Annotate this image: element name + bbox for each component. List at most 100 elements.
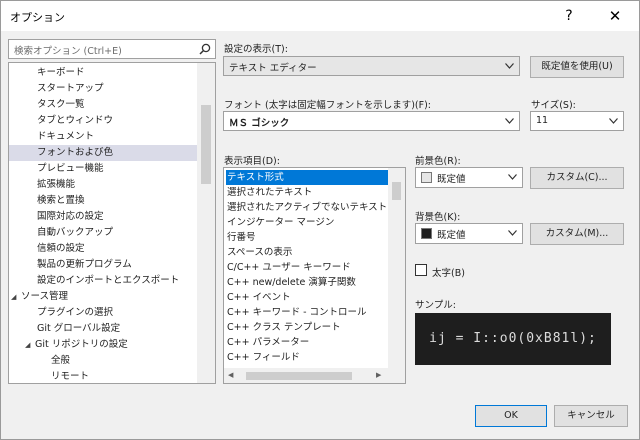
tree-item[interactable]: タブとウィンドウ	[9, 113, 197, 129]
size-value: 11	[536, 115, 549, 126]
settings-display-dropdown[interactable]: テキスト エディター	[223, 56, 520, 76]
list-item[interactable]: 選択されたテキスト	[226, 185, 388, 200]
list-item[interactable]: インジケーター マージン	[226, 215, 388, 230]
scroll-right-icon[interactable]: ▶	[376, 371, 381, 379]
tree-item-label: リモート	[51, 371, 90, 382]
close-button[interactable]: ✕	[595, 1, 635, 31]
display-items-list: テキスト形式 選択されたテキスト 選択されたアクティブでないテキスト インジケーター …	[223, 167, 406, 384]
background-swatch	[421, 228, 432, 239]
search-icon[interactable]	[199, 43, 211, 55]
list-item[interactable]: 選択されたアクティブでないテキスト	[226, 200, 388, 215]
tree-item[interactable]: ◢ ソース管理	[9, 289, 197, 305]
tree-item-label: 国際対応の設定	[37, 211, 104, 222]
help-button[interactable]: ?	[549, 1, 589, 31]
list-item[interactable]: C++ クラス テンプレート	[226, 320, 388, 335]
tree-item[interactable]: 検索と置換	[9, 193, 197, 209]
tree-item-label: Git グローバル設定	[37, 323, 121, 334]
tree-item-label: タブとウィンドウ	[37, 115, 114, 126]
tree-item[interactable]: プラグインの選択	[9, 305, 197, 321]
tree-item-label: ソース管理	[21, 291, 69, 302]
tree-item-label: プラグインの選択	[37, 307, 114, 318]
foreground-custom-button[interactable]: カスタム(C)...	[530, 167, 624, 189]
tree-item[interactable]: ◢ Git リポジトリの設定	[9, 337, 197, 353]
tree-item-label: 信頼の設定	[37, 243, 85, 254]
search-box[interactable]: 検索オプション (Ctrl+E)	[8, 39, 216, 59]
list-horizontal-scrollbar[interactable]: ◀ ▶	[224, 368, 390, 383]
chevron-down-icon	[508, 230, 517, 236]
background-label: 背景色(K):	[415, 212, 461, 223]
tree-item-label: 全般	[51, 355, 71, 366]
font-dropdown[interactable]: ＭＳ ゴシック	[223, 111, 520, 131]
tree-item-label: 検索と置換	[37, 195, 85, 206]
tree-item-label: タスク一覧	[37, 99, 85, 110]
tree-item[interactable]: 拡張機能	[9, 177, 197, 193]
list-item[interactable]: 行番号	[226, 230, 388, 245]
tree-item-label: スタートアップ	[37, 83, 104, 94]
tree-item[interactable]: ドキュメント	[9, 129, 197, 145]
bold-label[interactable]: 太字(B)	[432, 265, 465, 279]
list-item[interactable]: C++ new/delete 演算子関数	[226, 275, 388, 290]
chevron-down-icon	[505, 63, 514, 69]
tree-item[interactable]: プレビュー機能	[9, 161, 197, 177]
sample-preview: ij = I::o0(0xB81l);	[415, 313, 611, 365]
tree-item[interactable]: 設定のインポートとエクスポート	[9, 273, 197, 289]
expand-arrow-icon[interactable]: ◢	[25, 337, 35, 353]
tree-item-label: 製品の更新プログラム	[37, 259, 132, 270]
list-vertical-scroll-thumb[interactable]	[392, 182, 401, 200]
list-vertical-scrollbar[interactable]	[388, 168, 405, 368]
expand-arrow-icon[interactable]: ◢	[11, 289, 21, 305]
options-dialog: オプション ? ✕ 検索オプション (Ctrl+E) キーボードスタートアップタ…	[0, 0, 640, 440]
ok-button[interactable]: OK	[475, 405, 547, 427]
tree-item-label: 設定のインポートとエクスポート	[37, 275, 180, 286]
tree-item[interactable]: タスク一覧	[9, 97, 197, 113]
search-input[interactable]: 検索オプション (Ctrl+E)	[14, 43, 122, 57]
tree-item-label: 拡張機能	[37, 179, 76, 190]
chevron-down-icon	[505, 118, 514, 124]
scroll-left-icon[interactable]: ◀	[228, 371, 233, 379]
font-value: ＭＳ ゴシック	[229, 118, 290, 129]
tree-scrollbar[interactable]	[197, 63, 215, 383]
tree-item[interactable]: Git グローバル設定	[9, 321, 197, 337]
foreground-color-dropdown[interactable]: 既定値	[415, 167, 523, 188]
settings-display-value: テキスト エディター	[229, 63, 317, 74]
display-items-label: 表示項目(D):	[224, 156, 280, 167]
use-defaults-button[interactable]: 既定値を使用(U)	[530, 56, 624, 78]
list-item[interactable]: C/C++ ユーザー キーワード	[226, 260, 388, 275]
options-tree: キーボードスタートアップ タスク一覧タブとウィンドウ ドキュメントフォントおよび色プ…	[8, 62, 216, 384]
list-item[interactable]: スペースの表示	[226, 245, 388, 260]
cancel-button[interactable]: キャンセル	[554, 405, 628, 427]
background-color-dropdown[interactable]: 既定値	[415, 223, 523, 244]
window-title: オプション	[10, 11, 65, 24]
list-horizontal-scroll-thumb[interactable]	[246, 372, 352, 380]
tree-item[interactable]: リモート	[9, 369, 197, 383]
tree-item[interactable]: 国際対応の設定	[9, 209, 197, 225]
tree-scroll-thumb[interactable]	[201, 105, 211, 184]
foreground-swatch	[421, 172, 432, 183]
list-item[interactable]: C++ フィールド	[226, 350, 388, 365]
tree-item-label: プレビュー機能	[37, 163, 104, 174]
font-label: フォント (太字は固定幅フォントを示します)(F):	[224, 100, 432, 111]
background-value: 既定値	[437, 230, 466, 241]
tree-item-label: ドキュメント	[37, 131, 95, 142]
list-item[interactable]: C++ パラメーター	[226, 335, 388, 350]
list-item[interactable]: C++ イベント	[226, 290, 388, 305]
tree-item-label: キーボード	[37, 67, 85, 78]
background-custom-button[interactable]: カスタム(M)...	[530, 223, 624, 245]
tree-item[interactable]: 自動バックアップ	[9, 225, 197, 241]
list-item[interactable]: C++ キーワード - コントロール	[226, 305, 388, 320]
foreground-value: 既定値	[437, 174, 466, 185]
tree-item[interactable]: フォントおよび色	[9, 145, 197, 161]
tree-item[interactable]: スタートアップ	[9, 81, 197, 97]
list-item[interactable]: テキスト形式	[226, 170, 388, 185]
tree-item[interactable]: 信頼の設定	[9, 241, 197, 257]
title-bar: オプション ? ✕	[1, 1, 639, 31]
tree-item-label: 自動バックアップ	[37, 227, 114, 238]
sample-label: サンプル:	[415, 300, 456, 311]
tree-item[interactable]: 全般	[9, 353, 197, 369]
settings-display-label: 設定の表示(T):	[224, 44, 288, 55]
bold-checkbox[interactable]	[415, 264, 427, 276]
size-dropdown[interactable]: 11	[530, 111, 624, 131]
tree-item[interactable]: 製品の更新プログラム	[9, 257, 197, 273]
tree-item[interactable]: キーボード	[9, 65, 197, 81]
foreground-label: 前景色(R):	[415, 156, 461, 167]
